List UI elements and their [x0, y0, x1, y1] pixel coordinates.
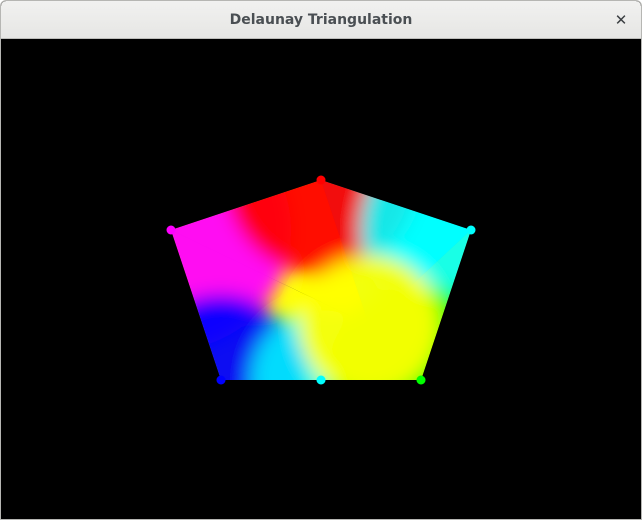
title-bar[interactable]: Delaunay Triangulation ✕	[1, 1, 641, 39]
close-icon[interactable]: ✕	[609, 8, 633, 32]
vertex-bottom-left[interactable]	[216, 375, 226, 385]
vertex-bottom-middle[interactable]	[316, 375, 326, 385]
color-blend-layer	[171, 180, 471, 380]
triangulation-svg	[166, 175, 476, 385]
window-title: Delaunay Triangulation	[229, 12, 413, 28]
render-canvas	[1, 39, 641, 519]
app-window: Delaunay Triangulation ✕	[0, 0, 642, 520]
vertex-left[interactable]	[166, 225, 176, 235]
vertex-top[interactable]	[316, 175, 326, 185]
color-blob-interior	[299, 255, 439, 380]
gouraud-fill	[171, 180, 471, 380]
vertex-right[interactable]	[466, 225, 476, 235]
vertex-bottom-right[interactable]	[416, 375, 426, 385]
